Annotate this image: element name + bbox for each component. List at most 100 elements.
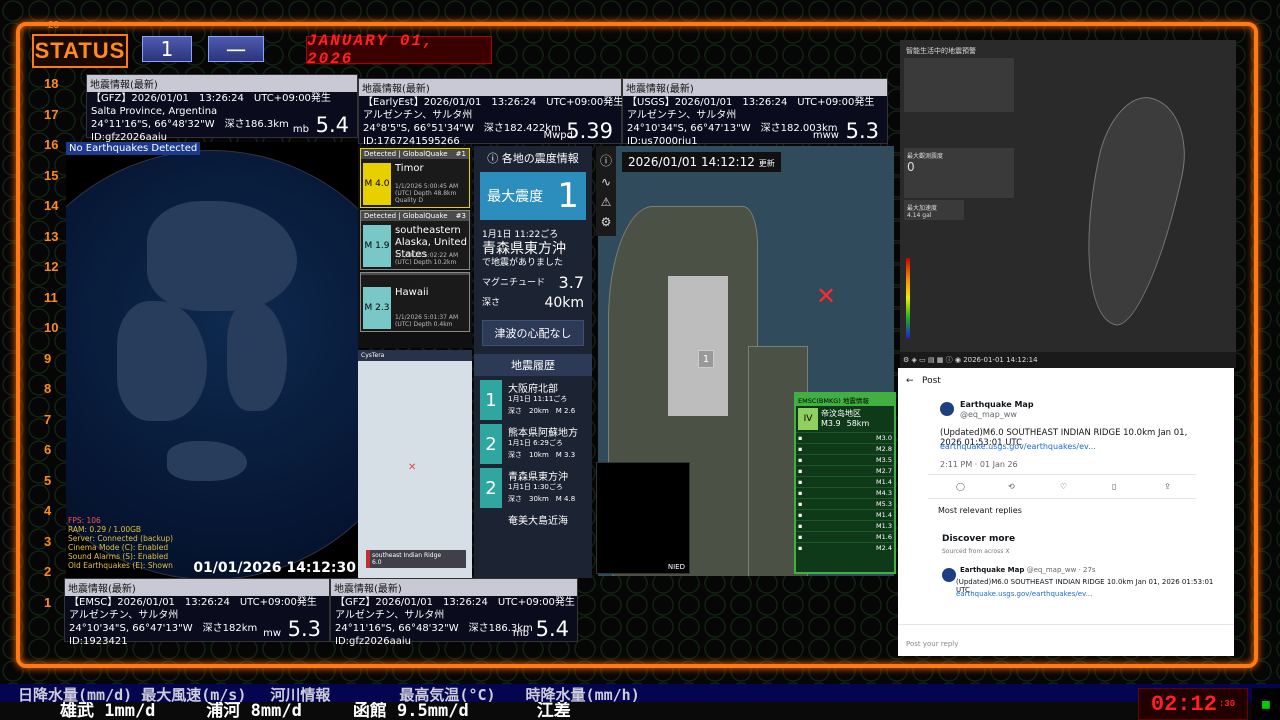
gq-name: Hawaii: [395, 287, 429, 298]
gq-detail: 1/1/2026 5:01:37 AM (UTC) Depth 0.4km: [395, 314, 459, 328]
emsc-row[interactable]: ▪ M1.6: [796, 531, 894, 542]
max-intensity-label: 最大震度: [487, 189, 544, 205]
gq-magnitude: M 1.9: [363, 225, 391, 267]
depth-value: 40km: [544, 295, 584, 311]
row-mag: M3.5: [876, 456, 892, 464]
row-marker-icon: ▪: [798, 511, 803, 519]
globe-panel[interactable]: No Earthquakes Detected FPS: 106 RAM: 0.…: [66, 142, 358, 578]
gear-icon[interactable]: ⚙: [596, 215, 616, 229]
row-mag: M1.4: [876, 511, 892, 519]
row-mag: M2.7: [876, 467, 892, 475]
emsc-panel: EMSC(BMKG) 地震情報 IV 帝汶岛地区 M3.9 58km ▪ M3.0 ▪…: [794, 392, 896, 574]
ruler-number: 3: [44, 533, 52, 549]
emsc-row[interactable]: ▪ M4.3: [796, 487, 894, 498]
card-line1: 【EMSC】2026/01/01 13:26:24 UTC+09:00発生: [69, 597, 317, 608]
digital-clock: 02:12:30: [1138, 688, 1248, 720]
emsc-row[interactable]: ▪ M2.7: [796, 465, 894, 476]
discover-title: Discover more: [942, 534, 1016, 544]
sourced-text: Sourced from across X: [942, 548, 1010, 555]
back-arrow-icon[interactable]: ←: [906, 376, 914, 386]
info-icon[interactable]: ⓘ: [596, 152, 616, 169]
history-place: 熊本県阿蘇地方: [508, 428, 578, 439]
shindo-title-text: 各地の震度情報: [501, 152, 579, 165]
card-line1: 【EarlyEst】2026/01/01 13:26:24 UTC+09:00発…: [363, 97, 624, 108]
depth-label: 深さ: [482, 298, 501, 308]
history-item[interactable]: 1 大阪府北部 1月1日 11:11ごろ 深さ 20km M 2.6: [480, 380, 586, 420]
history-item[interactable]: 2 青森県東方沖 1月1日 1:30ごろ 深さ 30km M 4.8: [480, 468, 586, 508]
info-line: Old Earthquakes (E): Shown: [68, 561, 173, 570]
author-handle[interactable]: @eq_map_ww: [960, 410, 1017, 419]
emsc-row[interactable]: ▪ M1.4: [796, 476, 894, 487]
ruler-number: 16: [44, 137, 59, 152]
card-line1: 【GFZ】2026/01/01 13:26:24 UTC+09:00発生: [335, 597, 575, 608]
info-line: RAM: 0.29 / 1.00GB: [68, 525, 142, 534]
wave-icon[interactable]: ∿: [596, 175, 616, 189]
ruler-number: 18: [44, 76, 59, 91]
row-marker-icon: ▪: [798, 445, 803, 453]
shindo-panel: ⓘ 各地の震度情報 最大震度 1 1月1日 11:22ごろ 青森県東方沖 で地震…: [474, 146, 592, 578]
like-icon[interactable]: ♡: [1060, 482, 1067, 491]
history-item[interactable]: 奄美大島近海: [480, 512, 586, 527]
emsc-row[interactable]: ▪ M1.3: [796, 520, 894, 531]
row-mag: M5.3: [876, 500, 892, 508]
scale-ruler: 18 17 16 15 14 13 12 11 10 9 8 7 6 5 4 3 2 1: [44, 76, 64, 636]
max-intensity-value: 1: [557, 176, 579, 216]
quake-card-gfz-top: 地震情報(最新) 【GFZ】2026/01/01 13:26:24 UTC+09…: [86, 74, 358, 143]
emsc-title: EMSC(BMKG) 地震情報: [796, 394, 894, 406]
globalquake-list: Detected | GlobalQuake #1 M 4.0 Timor 1/1…: [358, 146, 472, 348]
taiwan-map-panel[interactable]: 智能生活中的地震預警 最大觀測震度 0 最大加速度 4.14 gal ⚙ ◈ ▭…: [900, 40, 1236, 368]
relevant-replies[interactable]: Most relevant replies: [938, 506, 1022, 515]
ruler-number: 12: [44, 259, 59, 274]
nied-map[interactable]: NIED: [596, 462, 690, 574]
emsc-row[interactable]: ▪ M3.0: [796, 432, 894, 443]
weather-ticker-categories: 日降水量(mm/d) 最大風速(m/s) 河川情報 最高気温(°C) 時降水量(…: [0, 684, 1280, 702]
row-marker-icon: ▪: [798, 456, 803, 464]
avatar[interactable]: [940, 402, 954, 416]
emsc-row[interactable]: ▪ M3.5: [796, 454, 894, 465]
tweet2-link[interactable]: earthquake.usgs.gov/earthquakes/ev...: [956, 590, 1092, 598]
tweet-link[interactable]: earthquake.usgs.gov/earthquakes/ev...: [940, 442, 1096, 451]
author2[interactable]: Earthquake Map @eq_map_ww · 27s: [960, 566, 1096, 574]
emsc-row[interactable]: ▪ M5.3: [796, 498, 894, 509]
row-mag: M4.3: [876, 489, 892, 497]
row-marker-icon: ▪: [798, 500, 803, 508]
row-mag: M3.0: [876, 434, 892, 442]
reply-input[interactable]: Post your reply: [906, 640, 958, 648]
emsc-row[interactable]: ▪ M2.4: [796, 542, 894, 553]
cystera-panel[interactable]: CysTera ✕ southeast Indian Ridge 6.0: [358, 350, 472, 578]
epicenter-mark-icon: ✕: [408, 462, 417, 473]
gq-magnitude: M 2.3: [363, 287, 391, 329]
bookmark-icon[interactable]: ▯: [1112, 482, 1116, 491]
share-icon[interactable]: ⇪: [1164, 482, 1171, 491]
gq-source: Detected | GlobalQuake: [364, 150, 448, 158]
note-place: southeast Indian Ridge: [372, 552, 442, 559]
divider: [928, 498, 1196, 499]
status-pill-b: 一: [208, 36, 264, 63]
gq-item[interactable]: Detected | GlobalQuake #3 M 1.9 southeast…: [360, 210, 470, 270]
gq-item[interactable]: M 2.3 Hawaii 1/1/2026 5:01:37 AM (UTC) D…: [360, 272, 470, 332]
ruler-number: 10: [44, 320, 59, 335]
row-mag: M2.8: [876, 445, 892, 453]
tw-toolbar: ⚙ ◈ ▭ ▤ ▦ ⓘ ◉ 2026-01-01 14:12:14: [900, 352, 1236, 368]
row-mag: M1.6: [876, 533, 892, 541]
emsc-row[interactable]: ▪ M1.4: [796, 509, 894, 520]
gq-detail: 1/1/2026 5:00:45 AM (UTC) Depth 48.8km Q…: [395, 183, 459, 204]
land-china: [117, 301, 207, 421]
reply-icon[interactable]: ◯: [956, 482, 965, 491]
intensity-scale: [906, 258, 910, 338]
author-name[interactable]: Earthquake Map: [960, 400, 1034, 409]
row-mag: M1.4: [876, 478, 892, 486]
warning-icon[interactable]: ⚠: [596, 195, 616, 209]
emsc-mag: M3.9: [821, 419, 841, 428]
history-item[interactable]: 2 熊本県阿蘇地方 1月1日 6:29ごろ 深さ 10km M 3.3: [480, 424, 586, 464]
row-marker-icon: ▪: [798, 467, 803, 475]
globe-map[interactable]: [66, 150, 358, 578]
repost-icon[interactable]: ⟲: [1008, 482, 1015, 491]
avatar[interactable]: [942, 568, 956, 582]
ruler-number: 8: [44, 381, 52, 396]
gq-item[interactable]: Detected | GlobalQuake #1 M 4.0 Timor 1/1…: [360, 148, 470, 208]
card-header: 地震情報(最新): [65, 579, 329, 596]
quake-card-usgs: 地震情報(最新) 【USGS】2026/01/01 13:26:24 UTC+0…: [622, 78, 888, 147]
emsc-row[interactable]: ▪ M2.8: [796, 443, 894, 454]
tw-max-value: 0: [907, 160, 915, 174]
